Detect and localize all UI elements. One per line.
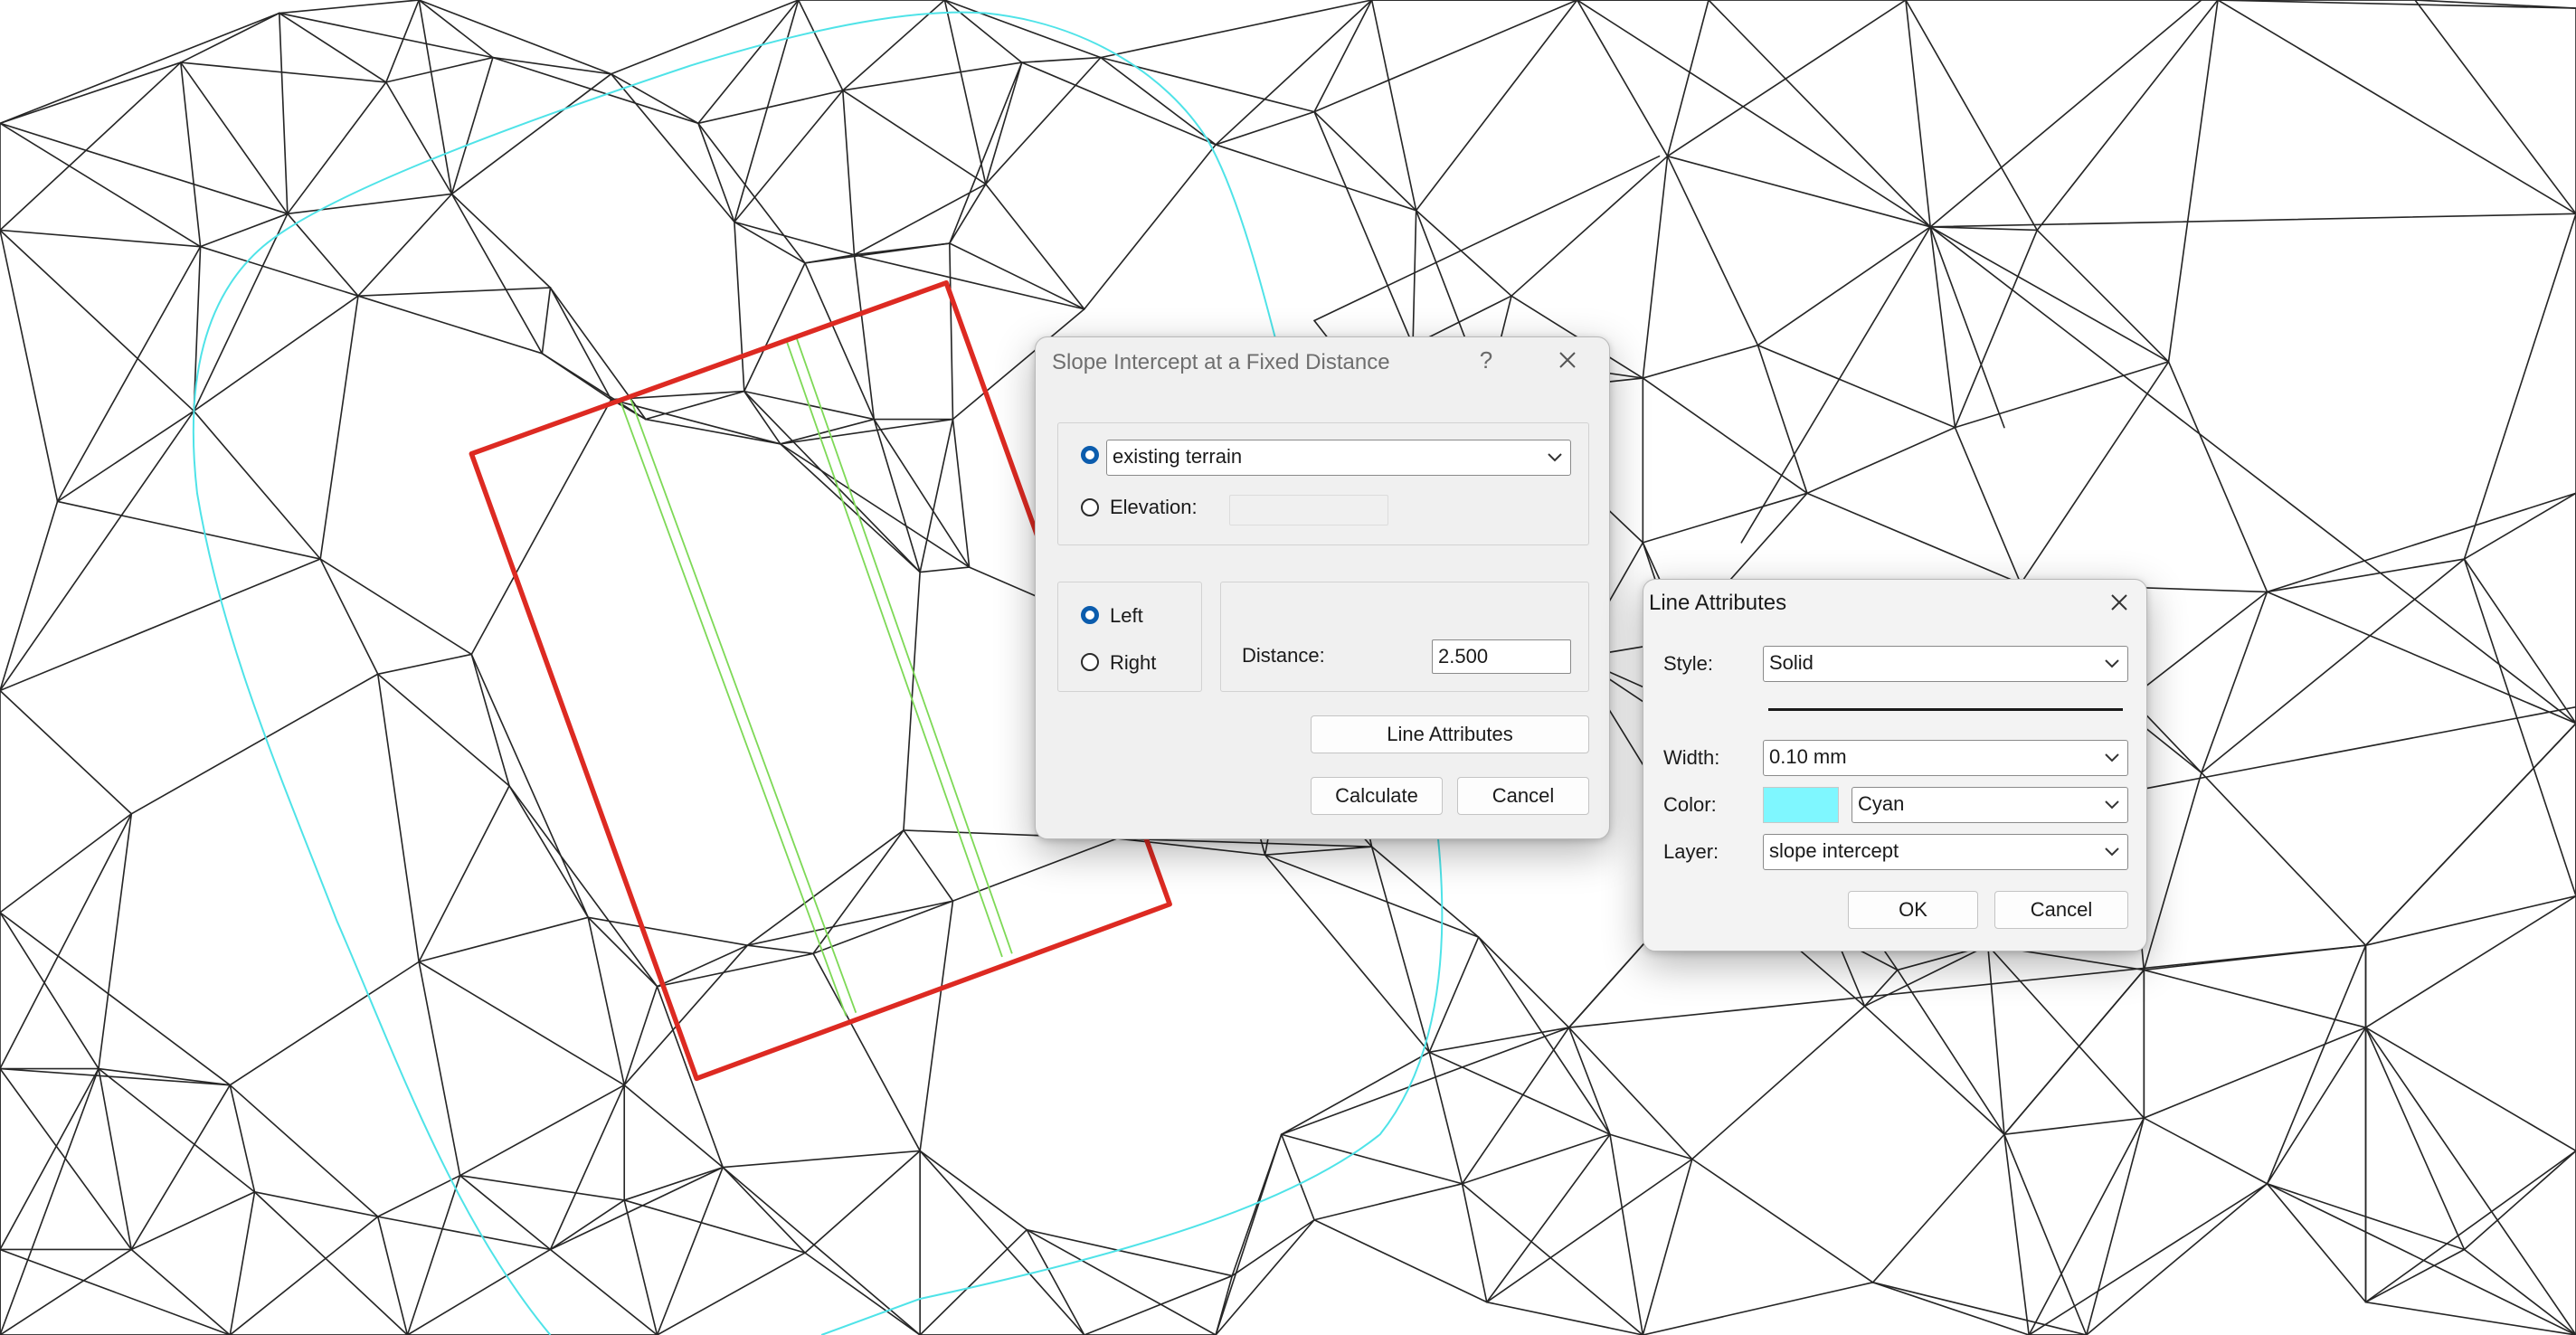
color-select-value: Cyan — [1858, 792, 1905, 815]
style-select[interactable]: Solid — [1763, 646, 2128, 682]
style-label: Style: — [1663, 652, 1714, 675]
style-select-value: Solid — [1769, 651, 1814, 674]
distance-input[interactable]: 2.500 — [1432, 639, 1571, 674]
surface-select[interactable]: existing terrain — [1106, 440, 1571, 476]
chevron-down-icon — [2105, 847, 2119, 857]
help-icon: ? — [1479, 346, 1493, 374]
close-button[interactable] — [2094, 580, 2145, 625]
dialog-title: Slope Intercept at a Fixed Distance — [1052, 350, 1390, 374]
dialog-title: Line Attributes — [1649, 591, 1787, 615]
ok-button[interactable]: OK — [1848, 891, 1978, 929]
elevation-input[interactable] — [1229, 495, 1388, 525]
close-button[interactable] — [1542, 337, 1593, 383]
layer-select-value: slope intercept — [1769, 839, 1899, 862]
width-select-value: 0.10 mm — [1769, 745, 1847, 768]
right-label: Right — [1110, 651, 1157, 674]
width-select[interactable]: 0.10 mm — [1763, 740, 2128, 776]
elevation-label: Elevation: — [1110, 496, 1198, 518]
layer-select[interactable]: slope intercept — [1763, 834, 2128, 870]
chevron-down-icon — [2105, 659, 2119, 668]
chevron-down-icon — [1548, 453, 1562, 462]
left-label: Left — [1110, 604, 1143, 627]
distance-label: Distance: — [1242, 644, 1325, 667]
layer-label: Layer: — [1663, 840, 1719, 863]
color-label: Color: — [1663, 793, 1717, 816]
elevation-radio[interactable] — [1081, 498, 1099, 516]
color-select[interactable]: Cyan — [1852, 787, 2128, 823]
calculate-button[interactable]: Calculate — [1311, 777, 1443, 815]
surface-select-value: existing terrain — [1113, 445, 1243, 468]
chevron-down-icon — [2105, 753, 2119, 762]
color-swatch[interactable] — [1763, 787, 1839, 823]
right-radio[interactable] — [1081, 653, 1099, 671]
line-attributes-button[interactable]: Line Attributes — [1311, 715, 1589, 753]
line-attributes-dialog: Line Attributes Style: Solid Width: 0.10… — [1643, 579, 2147, 952]
width-label: Width: — [1663, 746, 1720, 769]
left-radio[interactable] — [1081, 606, 1099, 624]
help-button[interactable]: ? — [1461, 337, 1511, 383]
close-icon — [2111, 594, 2127, 611]
distance-group — [1220, 582, 1589, 692]
slope-intercept-lines — [620, 338, 1013, 1017]
slope-intercept-dialog: Slope Intercept at a Fixed Distance ? ex… — [1035, 336, 1610, 839]
side-group — [1057, 582, 1202, 692]
cancel-button[interactable]: Cancel — [1994, 891, 2128, 929]
close-icon — [1559, 352, 1576, 368]
line-style-preview — [1768, 708, 2123, 711]
surface-radio[interactable] — [1081, 446, 1099, 464]
cancel-button[interactable]: Cancel — [1457, 777, 1589, 815]
chevron-down-icon — [2105, 800, 2119, 810]
